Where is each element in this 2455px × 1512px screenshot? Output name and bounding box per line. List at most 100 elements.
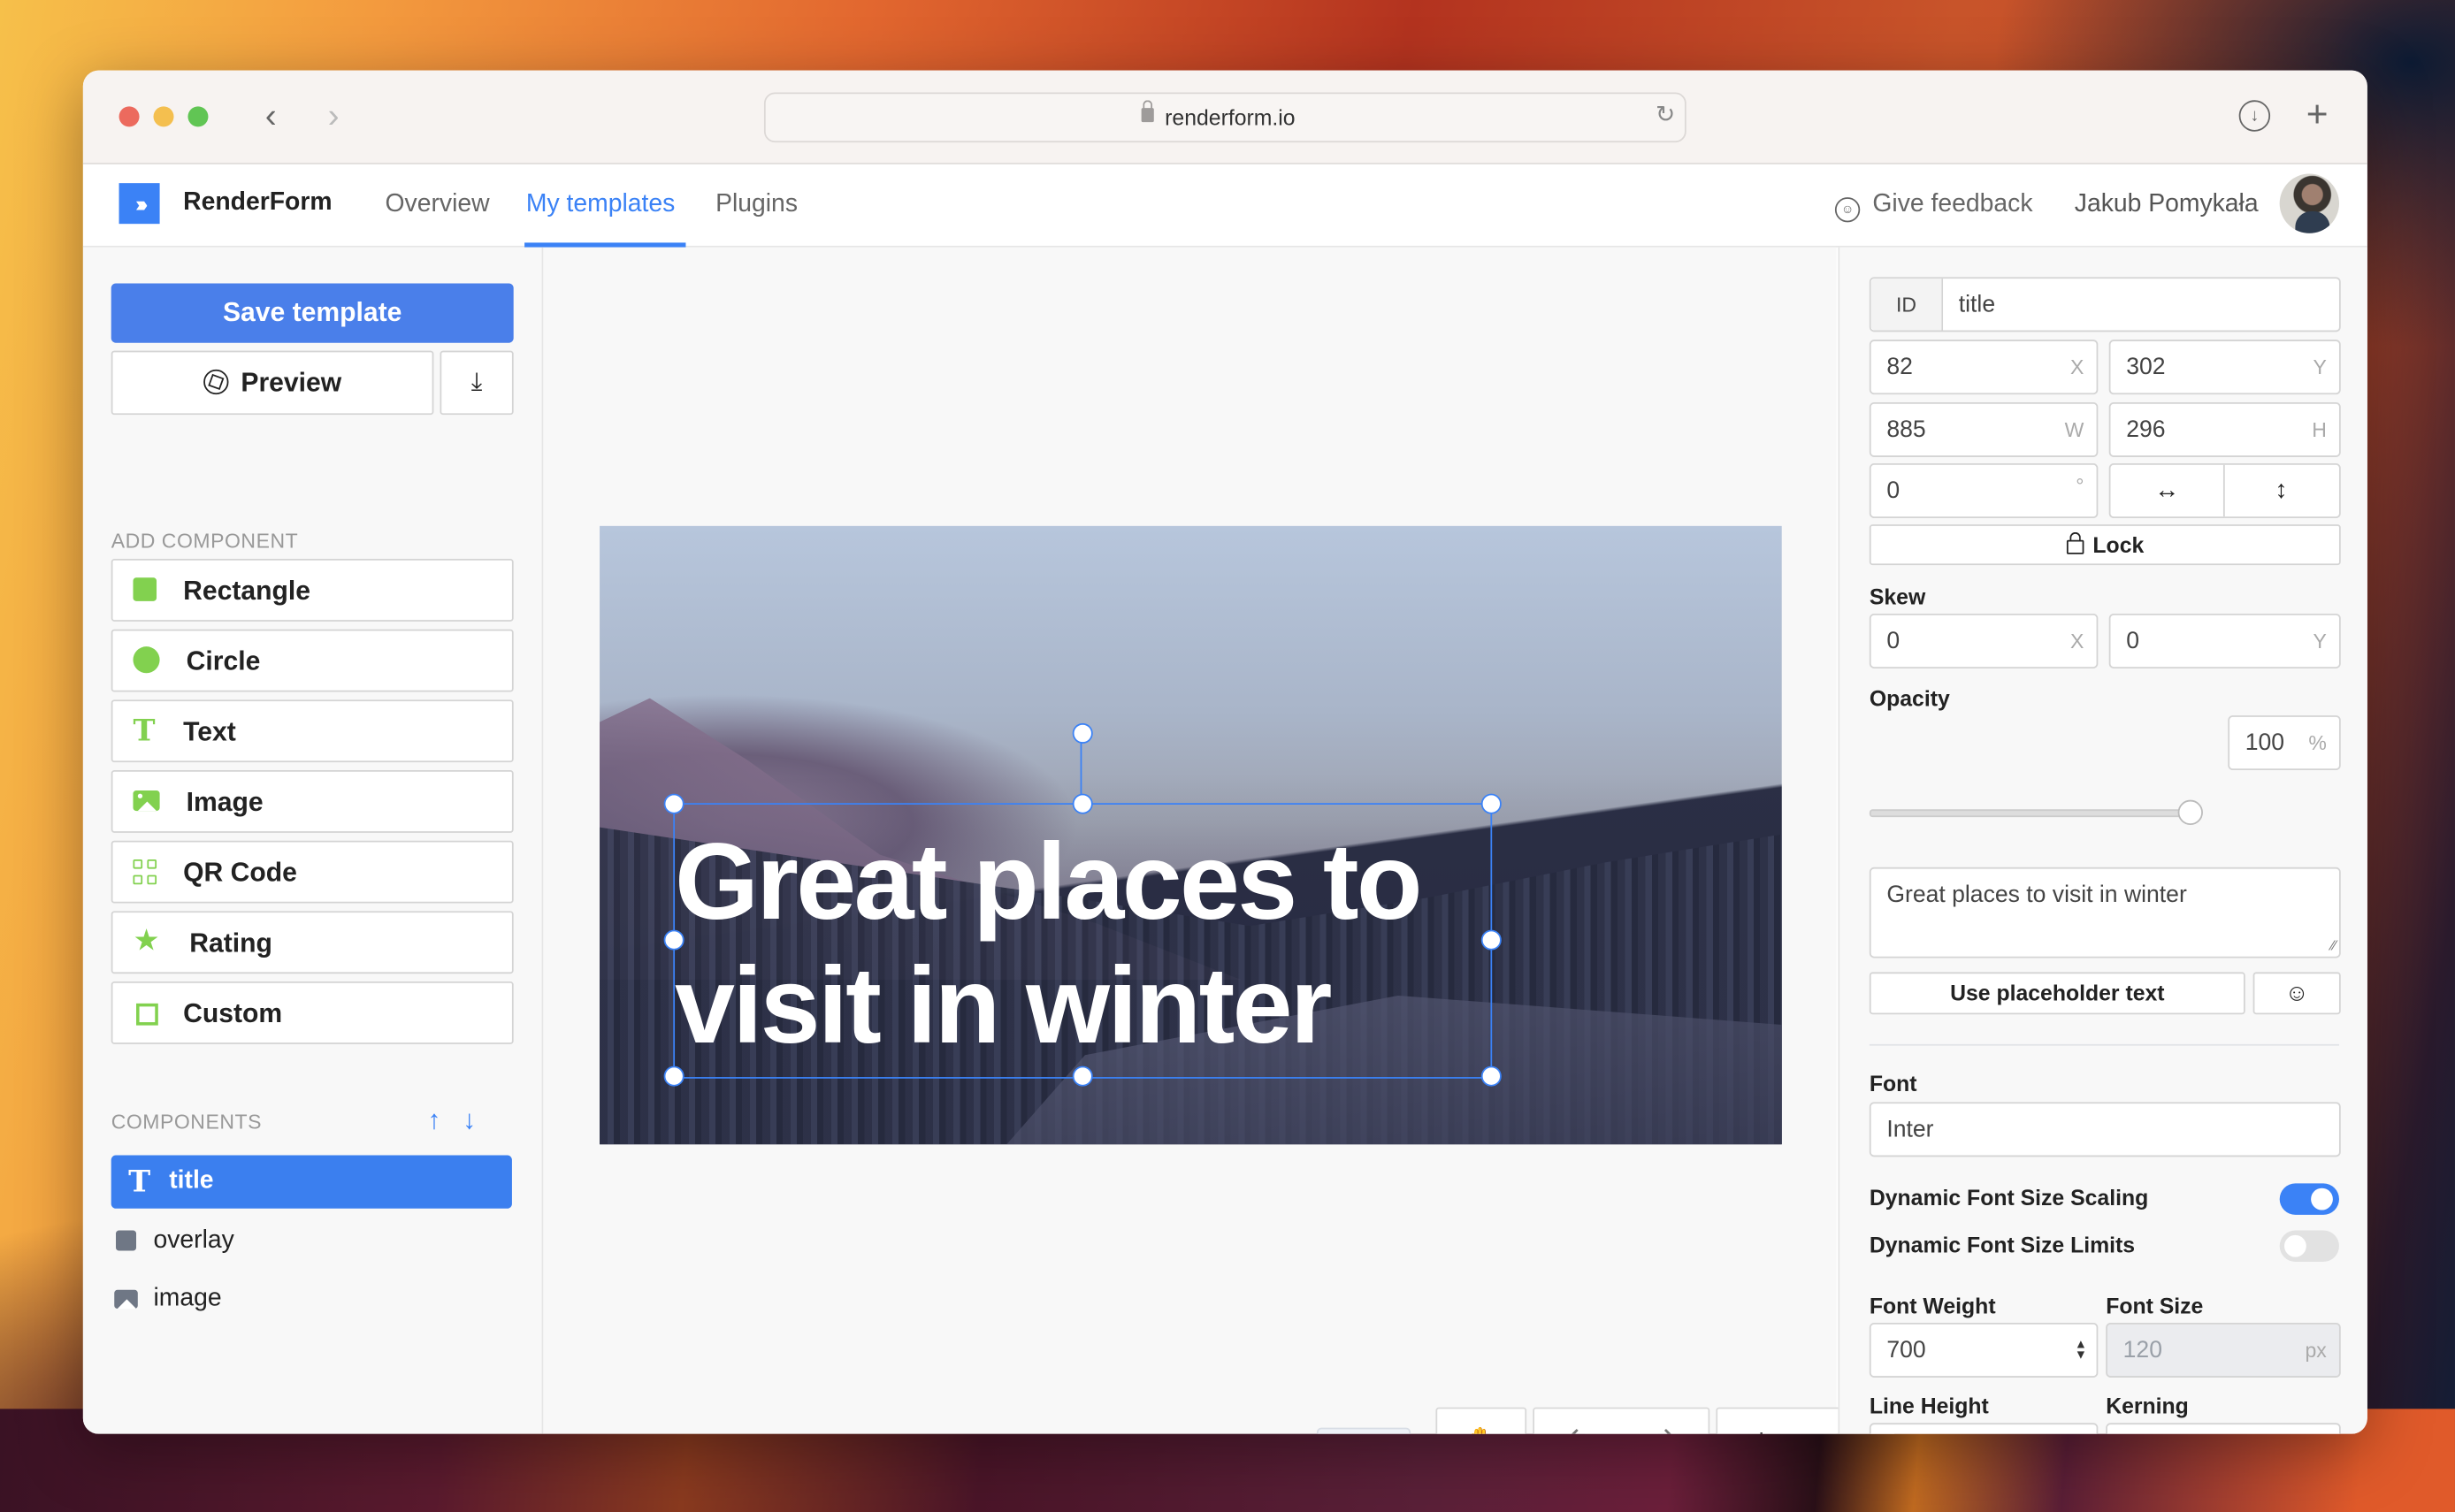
add-image-button[interactable]: Image	[111, 770, 514, 833]
height-suffix: H	[2312, 417, 2327, 442]
component-label: Text	[183, 716, 236, 747]
avatar[interactable]	[2279, 173, 2339, 233]
opacity-slider-thumb[interactable]	[2177, 799, 2203, 826]
left-sidebar: Save template Preview ⤓ ADD COMPONENT Re…	[82, 247, 544, 1434]
toggle-knob	[2284, 1234, 2306, 1257]
add-custom-button[interactable]: Custom	[111, 981, 514, 1044]
resize-handle-top-right[interactable]	[1480, 793, 1502, 814]
add-rating-button[interactable]: ★ Rating	[111, 911, 514, 974]
zoom-in-plus-icon[interactable]: +	[1717, 1424, 1805, 1434]
font-weight-select[interactable]: 700 ▲ ▼	[1869, 1322, 2099, 1378]
dynamic-font-scaling-toggle[interactable]	[2279, 1183, 2339, 1215]
skew-x-input[interactable]: 0 X	[1869, 613, 2099, 668]
width-input[interactable]: 885 W	[1869, 401, 2099, 457]
flip-horizontal-icon[interactable]: ↔	[2110, 464, 2225, 517]
download-button[interactable]: ⤓	[440, 350, 514, 416]
x-position-input[interactable]: 82 X	[1869, 340, 2099, 395]
rotation-value: 0	[1886, 477, 1901, 505]
skew-label: Skew	[1869, 584, 1926, 609]
nav-overview[interactable]: Overview	[386, 191, 490, 219]
maximize-window-button[interactable]	[187, 106, 209, 127]
lock-button[interactable]: Lock	[1869, 524, 2341, 566]
add-rectangle-button[interactable]: Rectangle	[111, 559, 514, 622]
opacity-value: 100	[2245, 729, 2285, 757]
text-content-textarea[interactable]: Great places to visit in winter ∕∕	[1869, 867, 2341, 958]
arrow-down-icon[interactable]: ↓	[463, 1105, 476, 1135]
resize-handle-bottom-left[interactable]	[663, 1065, 684, 1087]
preview-button[interactable]: Preview	[111, 350, 434, 416]
pan-tool-button[interactable]: ✋	[1435, 1407, 1527, 1434]
minimize-window-button[interactable]	[153, 106, 174, 127]
arrow-up-icon[interactable]: ↑	[427, 1105, 440, 1135]
flip-vertical-icon[interactable]: ↕	[2225, 465, 2337, 516]
emoji-picker-button[interactable]: ☺	[2252, 972, 2341, 1015]
reload-icon[interactable]: ↻	[1656, 100, 1675, 128]
smiley-icon: ☺	[2284, 980, 2309, 1007]
layer-item[interactable]: image	[111, 1272, 512, 1325]
layer-name: image	[153, 1285, 222, 1312]
star-icon: ★	[133, 925, 160, 958]
id-field[interactable]: ID title	[1869, 277, 2341, 332]
aperture-icon	[203, 369, 229, 395]
renderform-logo-icon[interactable]: ›››	[119, 183, 160, 225]
selection-box[interactable]	[673, 803, 1493, 1079]
nav-plugins[interactable]: Plugins	[715, 191, 798, 219]
font-size-input[interactable]: 120 px	[2106, 1322, 2341, 1378]
redo-icon[interactable]: ↱	[1620, 1424, 1708, 1434]
resize-handle-right[interactable]	[1480, 929, 1502, 951]
opacity-slider[interactable]	[1869, 799, 2203, 826]
download-circle-icon[interactable]: ↓	[2238, 100, 2271, 132]
brand-name[interactable]: RenderForm	[183, 189, 332, 218]
dynamic-font-limits-toggle[interactable]	[2279, 1230, 2339, 1262]
resize-handle-top[interactable]	[1072, 793, 1093, 814]
chevron-right-icon[interactable]: ›	[317, 95, 348, 136]
select-stepper-icon: ▲ ▼	[2074, 1336, 2087, 1363]
kerning-label: Kerning	[2106, 1393, 2189, 1418]
user-name[interactable]: Jakub Pomykała	[2075, 191, 2259, 219]
template-artboard[interactable]: Great places to visit in winter	[600, 525, 1782, 1145]
kerning-input[interactable]: -2 em	[2106, 1423, 2341, 1434]
x-value: 82	[1886, 354, 1913, 381]
canvas-area[interactable]: Great places to visit in winter Space ✋	[543, 247, 1895, 1434]
save-template-button[interactable]: Save template	[111, 283, 514, 343]
section-divider	[1869, 1043, 2339, 1046]
nav-my-templates[interactable]: My templates	[526, 191, 675, 219]
resize-handle-bottom[interactable]	[1072, 1065, 1093, 1087]
add-qr-code-button[interactable]: QR Code	[111, 840, 514, 904]
resize-grip-icon[interactable]: ∕∕	[2331, 937, 2336, 953]
chat-smile-icon: ☺	[1834, 197, 1861, 223]
close-window-button[interactable]	[119, 106, 140, 127]
rotation-input[interactable]: 0 °	[1869, 463, 2099, 519]
download-tray-icon: ⤓	[470, 369, 483, 396]
resize-handle-left[interactable]	[663, 929, 684, 951]
resize-handle-top-left[interactable]	[663, 793, 684, 814]
font-input[interactable]: Inter	[1869, 1102, 2341, 1157]
component-label: Rectangle	[183, 576, 310, 607]
address-bar[interactable]: renderform.io ↻	[763, 92, 1686, 143]
layer-item[interactable]: T title	[111, 1155, 512, 1209]
component-label: QR Code	[183, 858, 297, 888]
skew-y-input[interactable]: 0 Y	[2108, 613, 2341, 668]
new-tab-plus-icon[interactable]: +	[2306, 95, 2329, 136]
opacity-input[interactable]: 100 %	[2228, 715, 2341, 771]
qr-code-icon	[133, 859, 157, 884]
skew-x-suffix: X	[2070, 629, 2084, 653]
add-text-button[interactable]: T Text	[111, 699, 514, 763]
desktop: ‹ › renderform.io ↻ ↓ + ››› RenderForm O…	[0, 0, 2455, 1512]
undo-icon[interactable]: ↰	[1534, 1424, 1622, 1434]
use-placeholder-text-button[interactable]: Use placeholder text	[1869, 972, 2245, 1015]
layer-item[interactable]: overlay	[111, 1215, 512, 1268]
rotate-handle[interactable]	[1072, 722, 1093, 744]
give-feedback-link[interactable]: ☺ Give feedback	[1834, 191, 2032, 223]
components-heading: COMPONENTS	[111, 1110, 262, 1134]
chevron-left-icon[interactable]: ‹	[256, 95, 287, 136]
id-value: title	[1958, 291, 1996, 318]
circle-icon	[133, 646, 160, 674]
add-circle-button[interactable]: Circle	[111, 629, 514, 692]
font-value: Inter	[1886, 1116, 1934, 1143]
y-position-input[interactable]: 302 Y	[2108, 340, 2341, 395]
line-height-input[interactable]: 1 px	[1869, 1423, 2099, 1434]
height-input[interactable]: 296 H	[2108, 401, 2341, 457]
resize-handle-bottom-right[interactable]	[1480, 1065, 1502, 1087]
height-value: 296	[2126, 416, 2166, 444]
